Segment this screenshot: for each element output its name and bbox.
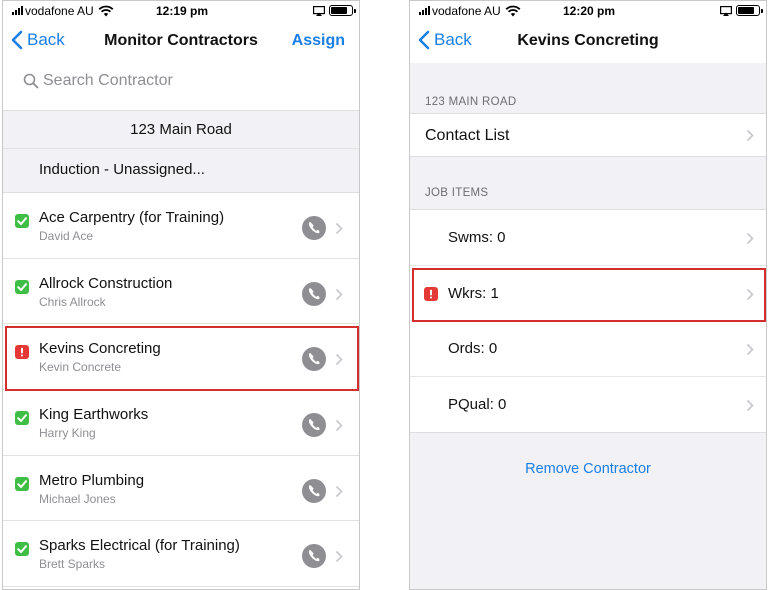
job-items-section-header: JOB ITEMS [425, 187, 489, 199]
chevron-right-icon [746, 288, 754, 300]
phone-icon[interactable] [302, 347, 326, 372]
exclamation-icon [424, 286, 438, 301]
contractor-name: King Earthworks [39, 406, 149, 424]
nav-bar: Back Kevins Concreting [410, 21, 766, 63]
contact-list-label: Contact List [425, 127, 510, 144]
contractor-row[interactable]: King Earthworks Harry King [3, 390, 359, 456]
exclamation-icon [15, 345, 29, 360]
contractor-name: Metro Plumbing [39, 471, 145, 489]
contractor-name: Allrock Construction [39, 274, 173, 292]
status-bar: vodafone AU 12:19 pm [3, 1, 359, 21]
airplay-icon [720, 6, 732, 16]
carrier-label: vodafone AU [432, 4, 501, 18]
phone-icon[interactable] [302, 216, 326, 240]
chevron-right-icon [746, 232, 754, 245]
airplay-icon [313, 6, 325, 16]
contractor-row[interactable]: Metro Plumbing Michael Jones [3, 455, 359, 522]
detail-content: 123 MAIN ROAD Contact List JOB ITEMS Swm… [410, 63, 766, 589]
chevron-right-icon [335, 485, 343, 497]
chevron-right-icon [335, 551, 343, 563]
phone-icon[interactable] [302, 281, 326, 306]
phone-icon[interactable] [302, 478, 326, 503]
contractor-contact-person: Harry King [39, 426, 96, 441]
contractor-contact-person: Chris Allrock [39, 294, 106, 309]
contractor-row[interactable]: Sparks Electrical (for Training) Brett Sp… [3, 521, 359, 588]
chevron-right-icon [746, 343, 754, 356]
checkmark-icon [15, 214, 29, 228]
site-section-header: 123 MAIN ROAD [425, 96, 517, 108]
chevron-right-icon [746, 129, 754, 142]
status-time: 12:20 pm [563, 4, 616, 18]
job-item-label: Ords: 0 [448, 340, 498, 357]
induction-unassigned-row[interactable]: Induction - Unassigned... [3, 149, 359, 193]
status-bar: vodafone AU 12:20 pm [410, 1, 766, 21]
site-header: 123 Main Road [3, 111, 359, 149]
phone-icon[interactable] [302, 413, 326, 438]
contractor-row[interactable]: Ace Carpentry (for Training) David Ace [3, 193, 359, 259]
cellular-signal-icon [12, 6, 23, 15]
assign-button[interactable]: Assign [292, 32, 345, 50]
search-icon [23, 73, 39, 89]
contractor-row[interactable]: Allrock Construction Chris Allrock [3, 258, 359, 325]
job-item-row[interactable]: Swms: 0 [410, 210, 766, 266]
chevron-right-icon [335, 288, 343, 300]
job-items-list: Swms: 0 Wkrs: 1 Ords: 0 PQual: 0 [410, 209, 766, 433]
battery-icon [329, 5, 356, 16]
job-item-row[interactable]: PQual: 0 [410, 377, 766, 433]
carrier-label: vodafone AU [25, 4, 94, 18]
checkmark-icon [15, 542, 29, 557]
nav-bar: Back Monitor Contractors Assign [3, 21, 359, 63]
monitor-contractors-screen: vodafone AU 12:19 pm Back Monitor Contra… [2, 0, 360, 590]
job-item-label: Swms: 0 [448, 229, 506, 246]
chevron-right-icon [335, 419, 343, 432]
job-item-row[interactable]: Ords: 0 [410, 321, 766, 377]
checkmark-icon [15, 411, 29, 426]
checkmark-icon [15, 476, 29, 491]
job-item-row[interactable]: Wkrs: 1 [410, 266, 766, 321]
contractor-list: Ace Carpentry (for Training) David Ace All… [3, 193, 359, 588]
chevron-right-icon [746, 399, 754, 411]
battery-icon [736, 5, 763, 16]
contractor-name: Sparks Electrical (for Training) [39, 537, 240, 555]
search-input[interactable] [43, 69, 333, 93]
contractor-contact-person: Brett Sparks [39, 557, 106, 572]
wifi-icon [98, 5, 114, 17]
phone-icon[interactable] [302, 544, 326, 569]
contractor-contact-person: Michael Jones [39, 491, 116, 506]
wifi-icon [505, 5, 521, 17]
chevron-right-icon [335, 354, 343, 366]
page-title: Kevins Concreting [517, 32, 659, 49]
contractor-name: Ace Carpentry (for Training) [39, 209, 225, 226]
contractor-detail-screen: vodafone AU 12:20 pm Back Kevins Concret… [409, 0, 767, 590]
job-item-label: PQual: 0 [448, 395, 507, 413]
status-time: 12:19 pm [156, 4, 209, 18]
contractor-name: Kevins Concreting [39, 340, 161, 358]
cellular-signal-icon [419, 6, 430, 15]
search-bar [3, 63, 359, 111]
remove-contractor-button[interactable]: Remove Contractor [410, 461, 766, 477]
job-item-label: Wkrs: 1 [448, 284, 499, 302]
chevron-right-icon [335, 222, 343, 235]
contractor-contact-person: Kevin Concrete [39, 360, 122, 375]
contractor-contact-person: David Ace [39, 229, 94, 243]
contact-list-row[interactable]: Contact List [410, 113, 766, 157]
contractor-row[interactable]: Kevins Concreting Kevin Concrete [3, 324, 359, 391]
checkmark-icon [15, 279, 29, 294]
